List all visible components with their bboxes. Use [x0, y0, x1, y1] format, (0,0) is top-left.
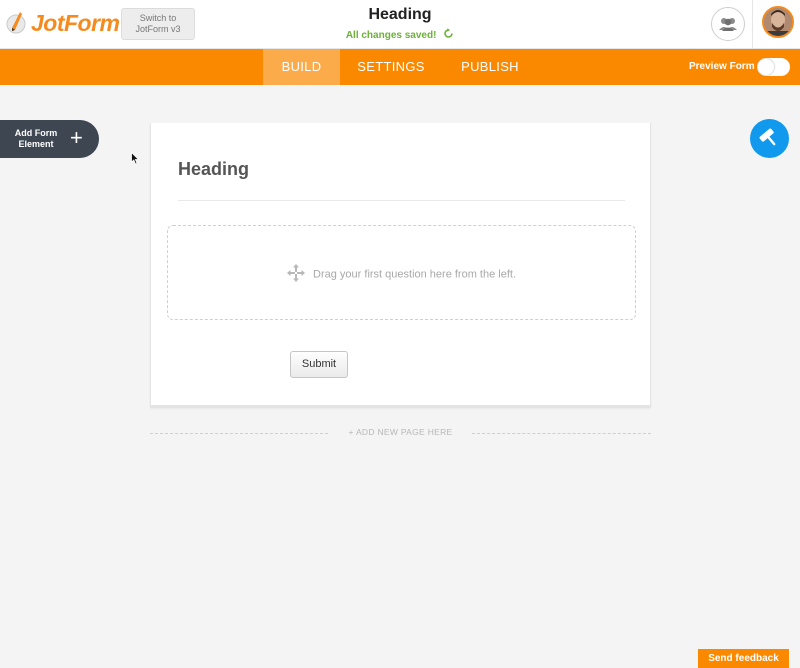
- cursor-icon: [131, 151, 140, 170]
- preview-form-label: Preview Form: [689, 61, 755, 72]
- tab-build[interactable]: BUILD: [263, 49, 340, 85]
- switch-line-1: Switch to: [139, 13, 177, 23]
- tab-publish[interactable]: PUBLISH: [450, 49, 530, 85]
- main-nav: BUILD SETTINGS PUBLISH Preview Form: [0, 49, 800, 85]
- top-bar: JotForm Switch to JotForm v3 Heading All…: [0, 0, 800, 49]
- jotform-logo[interactable]: JotForm: [6, 8, 120, 38]
- preview-form-toggle[interactable]: [757, 58, 790, 76]
- jotform-logo-icon: [6, 10, 28, 36]
- dropzone-content: Drag your first question here from the l…: [168, 264, 635, 285]
- add-form-element-button[interactable]: Add Form Element +: [0, 120, 99, 158]
- switch-version-button[interactable]: Switch to JotForm v3: [121, 8, 195, 40]
- add-new-page[interactable]: + ADD NEW PAGE HERE: [150, 427, 651, 439]
- form-heading[interactable]: Heading: [178, 159, 249, 180]
- header-divider: [752, 0, 753, 49]
- assignees-button[interactable]: [711, 7, 745, 41]
- plus-icon: +: [70, 125, 83, 150]
- add-page-label: + ADD NEW PAGE HERE: [348, 427, 453, 437]
- save-status: All changes saved!: [300, 27, 500, 41]
- form-canvas: Heading Drag your first question here fr…: [150, 123, 651, 408]
- form-title[interactable]: Heading: [300, 6, 500, 24]
- logo-text: JotForm: [31, 9, 120, 36]
- refresh-icon: [443, 27, 454, 41]
- form-designer-button[interactable]: [750, 119, 789, 158]
- heading-divider: [178, 200, 625, 201]
- avatar[interactable]: [762, 6, 794, 38]
- switch-line-2: JotForm v3: [135, 24, 181, 34]
- move-icon: [286, 264, 305, 285]
- paint-roller-icon: [750, 128, 789, 162]
- dropzone-text: Drag your first question here from the l…: [313, 268, 517, 281]
- question-dropzone[interactable]: Drag your first question here from the l…: [167, 225, 636, 320]
- tab-settings[interactable]: SETTINGS: [349, 49, 433, 85]
- submit-button[interactable]: Submit: [290, 351, 348, 378]
- add-element-line-2: Element: [18, 139, 54, 149]
- send-feedback-button[interactable]: Send feedback: [698, 649, 789, 668]
- toggle-knob: [758, 59, 774, 75]
- add-element-line-1: Add Form: [14, 128, 58, 138]
- add-form-element-label: Add Form Element: [12, 128, 60, 150]
- save-status-text: All changes saved!: [345, 30, 437, 41]
- title-block: Heading All changes saved!: [300, 6, 500, 41]
